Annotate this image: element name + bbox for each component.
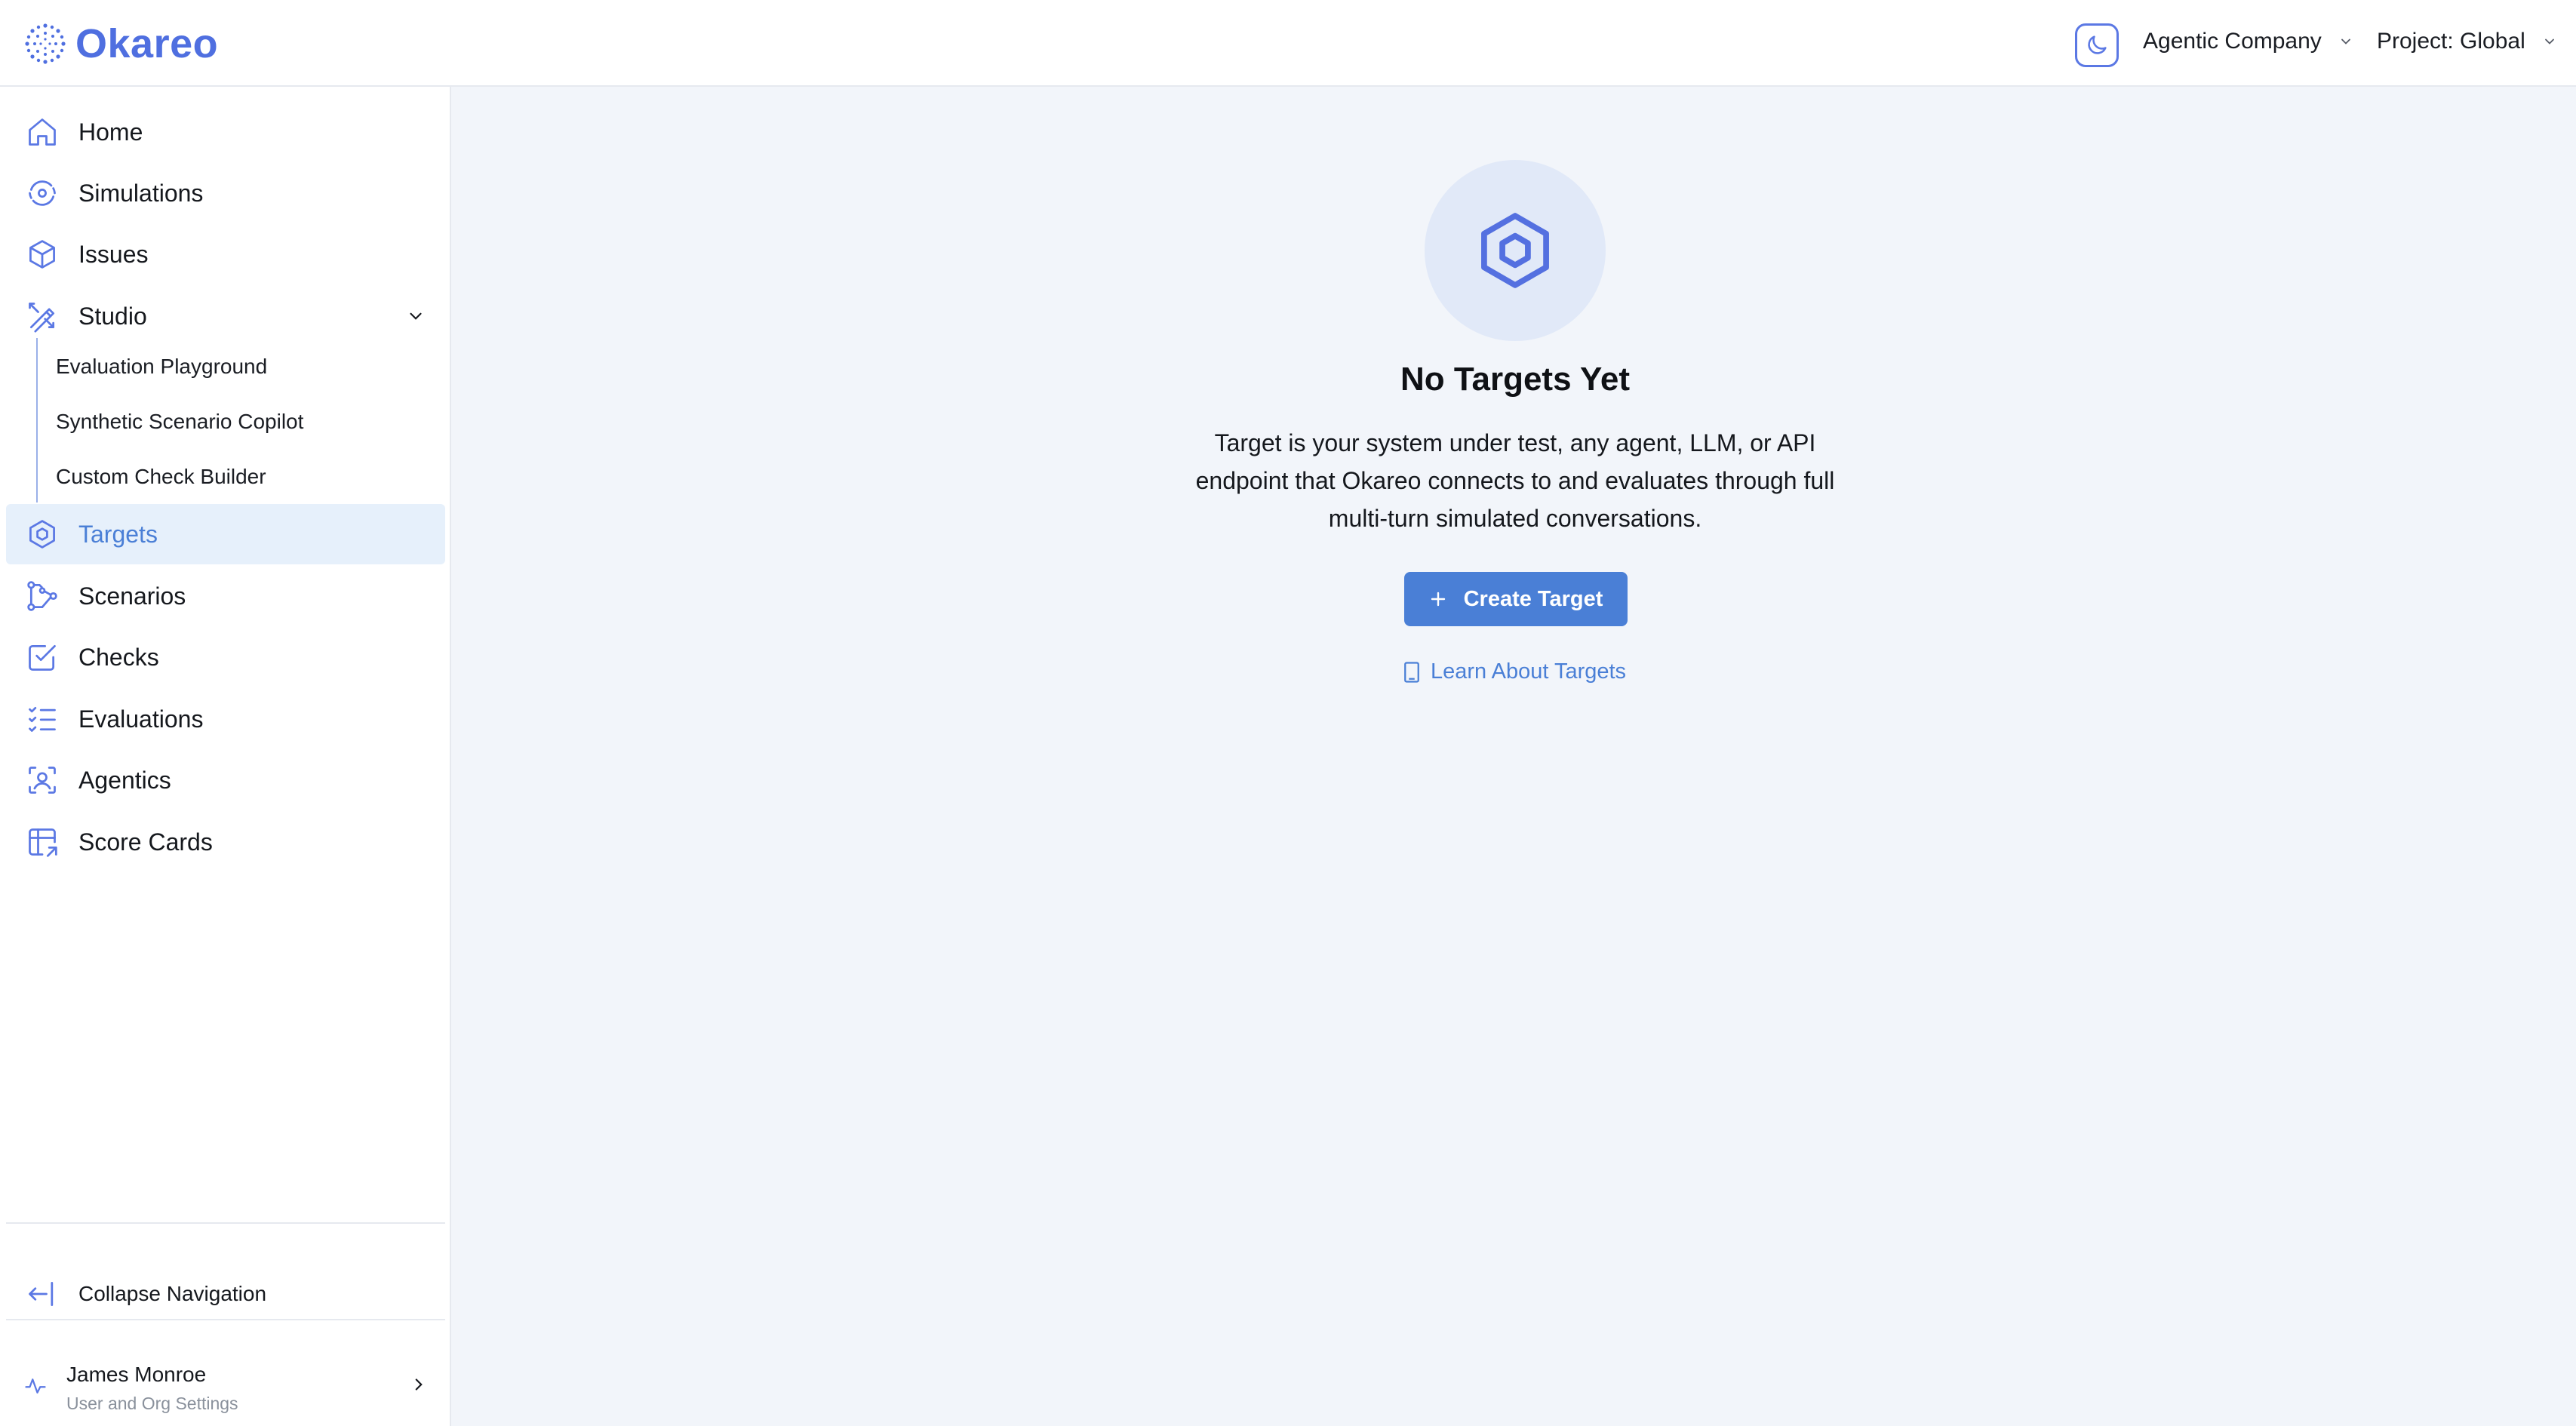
collapse-navigation-label: Collapse Navigation [78,1282,267,1305]
sidebar-item-scenarios[interactable]: Scenarios [6,566,445,626]
okareo-logo[interactable]: Okareo [24,23,218,65]
tools-icon [26,300,59,333]
sidebar-item-agentics[interactable]: Agentics [6,750,445,810]
project-name: Project: Global [2377,29,2525,54]
chevron-right-icon [415,1378,423,1391]
sidebar-item-label: Issues [78,240,149,268]
chevron-down-icon [2341,38,2350,45]
sidebar-subitem-custom-check-builder[interactable]: Custom Check Builder [56,465,266,489]
studio-subnav-line [36,338,38,502]
sidebar-item-label: Targets [78,520,158,548]
table-arrow-icon [26,825,59,859]
sidebar-item-simulations[interactable]: Simulations [6,163,445,223]
sidebar-item-label: Studio [78,302,147,330]
create-target-button[interactable]: Create Target [1404,572,1628,626]
moon-icon [2088,35,2107,54]
user-subtitle: User and Org Settings [66,1394,238,1413]
collapse-arrow-icon [29,1281,54,1307]
simulations-icon [26,177,59,210]
book-icon [1404,661,1419,683]
sidebar-item-label: Scenarios [78,582,186,610]
sidebar-item-label: Simulations [78,179,204,207]
brand-name: Okareo [75,21,219,66]
user-settings-button[interactable]: James Monroe User and Org Settings [6,1352,445,1420]
activity-icon [25,1378,46,1394]
company-selector[interactable]: Agentic Company [2143,29,2353,54]
collapse-navigation-button[interactable]: Collapse Navigation [6,1271,445,1317]
sidebar-item-home[interactable]: Home [6,102,445,162]
home-icon [26,115,59,149]
project-selector[interactable]: Project: Global [2377,29,2557,54]
sidebar-item-issues[interactable]: Issues [6,224,445,284]
chevron-down-icon [2544,38,2554,45]
sidebar-subitem-evaluation-playground[interactable]: Evaluation Playground [56,355,267,379]
empty-state-description: Target is your system under test, any ag… [1195,429,1835,532]
face-scan-icon [26,764,59,797]
flow-icon [26,579,59,613]
sidebar-item-targets[interactable]: Targets [6,504,445,564]
plus-icon [1431,592,1445,607]
sidebar: Home Simulations Issues Studio Evaluatio… [0,87,451,1426]
cube-icon [26,238,59,271]
sidebar-item-evaluations[interactable]: Evaluations [6,689,445,749]
sidebar-divider [6,1222,445,1224]
sidebar-item-score-cards[interactable]: Score Cards [6,812,445,872]
top-bar: Okareo Agentic Company Project: Global [0,0,2576,87]
chevron-down-icon[interactable] [406,306,426,326]
checkbox-icon [26,641,59,674]
create-target-label: Create Target [1463,586,1603,611]
empty-state-title: No Targets Yet [1400,361,1631,398]
sidebar-divider [6,1319,445,1320]
theme-toggle-button[interactable] [2075,23,2119,67]
empty-state-icon-circle [1425,160,1606,341]
sidebar-subitem-synthetic-scenario-copilot[interactable]: Synthetic Scenario Copilot [56,410,303,434]
sidebar-item-label: Checks [78,643,159,671]
learn-about-targets-link[interactable]: Learn About Targets [1402,659,1626,684]
user-name: James Monroe [66,1363,207,1386]
list-check-icon [26,702,59,736]
learn-about-targets-label: Learn About Targets [1431,659,1627,684]
hexagon-icon [26,518,59,551]
sidebar-item-checks[interactable]: Checks [6,627,445,687]
sidebar-item-label: Evaluations [78,705,204,733]
company-name: Agentic Company [2143,29,2322,54]
sidebar-item-label: Agentics [78,766,171,794]
sidebar-item-label: Score Cards [78,828,213,856]
hexagon-icon [1481,213,1549,288]
logo-mark-icon [25,23,66,64]
sidebar-item-label: Home [78,118,143,146]
sidebar-item-studio[interactable]: Studio [6,286,445,346]
